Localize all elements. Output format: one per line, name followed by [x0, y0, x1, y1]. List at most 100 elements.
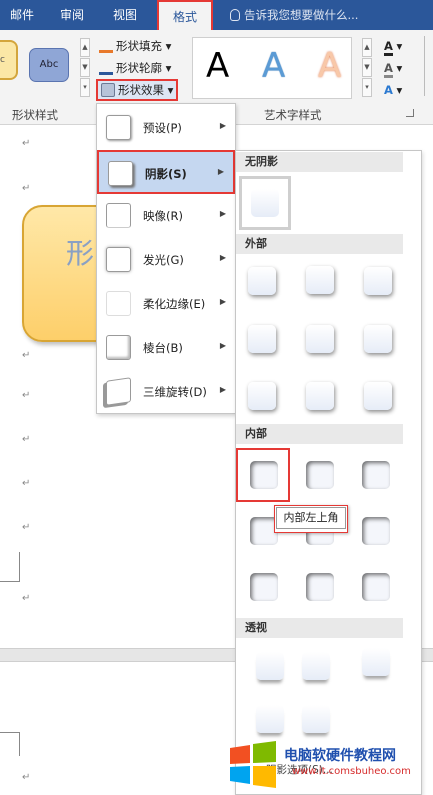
menu-item-glow[interactable]: 发光(G) ▶ [97, 238, 235, 282]
section-no-shadow: 无阴影 [236, 152, 403, 172]
menu-item-preset[interactable]: 预设(P) ▶ [97, 106, 235, 150]
perspective-shadow-option[interactable] [362, 648, 390, 676]
inner-shadow-option[interactable] [362, 573, 390, 601]
shape-effects-icon [101, 83, 115, 97]
wordart-style-blue[interactable]: A [262, 46, 285, 86]
paragraph-mark: ↵ [22, 390, 31, 401]
menu-item-bevel[interactable]: 棱台(B) ▶ [97, 326, 235, 370]
menu-item-soft-edges[interactable]: 柔化边缘(E) ▶ [97, 282, 235, 326]
ribbon-next-group [424, 36, 433, 96]
menu-item-3d-rotation[interactable]: 三维旋转(D) ▶ [97, 370, 235, 414]
paragraph-mark: ↵ [22, 522, 31, 533]
windows-logo-icon [230, 741, 276, 788]
shape-outline-label: 形状轮廓 [116, 61, 162, 75]
shape-style-swatch-yellow[interactable]: c [0, 40, 18, 80]
shape-effects-menu: 预设(P) ▶ 阴影(S) ▶ 映像(R) ▶ 发光(G) ▶ 柔化边缘(E) ▶ 棱台(… [96, 103, 236, 414]
inner-shadow-option[interactable] [250, 461, 278, 489]
inner-shadow-option[interactable] [306, 461, 334, 489]
paragraph-mark: ↵ [22, 138, 31, 149]
chevron-right-icon: ▶ [219, 121, 226, 130]
inner-shadow-option[interactable] [250, 573, 278, 601]
tooltip-text: 内部左上角 [276, 507, 346, 529]
inner-shadow-option[interactable] [362, 517, 390, 545]
menu-item-label: 三维旋转(D) [143, 385, 207, 399]
text-fill-button[interactable]: A ▾ [384, 36, 402, 56]
bevel-icon [106, 335, 131, 360]
inner-shadow-option[interactable] [362, 461, 390, 489]
text-effects-button[interactable]: A ▾ [384, 80, 402, 100]
gallery-up-icon[interactable]: ▲ [80, 38, 90, 57]
shape-style-swatch-blue[interactable]: Abc [29, 48, 69, 82]
menu-item-shadow[interactable]: 阴影(S) ▶ [97, 150, 235, 194]
tab-format[interactable]: 格式 [157, 0, 213, 30]
tab-review[interactable]: 审阅 [50, 0, 94, 30]
outer-shadow-option[interactable] [364, 267, 392, 295]
menu-item-label: 映像(R) [143, 209, 183, 223]
perspective-shadow-option[interactable] [256, 652, 284, 680]
paragraph-mark: ↵ [22, 434, 31, 445]
shape-outline-button[interactable]: 形状轮廓 ▾ [99, 58, 171, 78]
paragraph-mark: ↵ [22, 350, 31, 361]
tab-view[interactable]: 视图 [103, 0, 147, 30]
tell-me-text: 告诉我您想要做什么... [244, 8, 359, 22]
wordart-down-icon[interactable]: ▼ [362, 58, 372, 77]
outer-shadow-option[interactable] [306, 325, 334, 353]
paragraph-mark: ↵ [22, 772, 31, 783]
gallery-down-icon[interactable]: ▼ [80, 58, 90, 77]
reflection-icon [106, 203, 131, 228]
dialog-launcher-icon[interactable] [406, 109, 414, 117]
lightbulb-icon [230, 9, 240, 21]
shape-fill-button[interactable]: 形状填充 ▾ [99, 36, 171, 56]
wordart-group-label: 艺术字样式 [264, 108, 322, 122]
gallery-more-icon[interactable]: ▾ [80, 78, 90, 97]
shape-fill-label: 形状填充 [116, 39, 162, 53]
wordart-style-black[interactable]: A [206, 46, 229, 86]
outer-shadow-option[interactable] [364, 382, 392, 410]
shape-text: 形 [66, 237, 95, 270]
watermark-url: www.it.comsbuheo.com [292, 766, 411, 777]
shadow-icon [108, 161, 133, 186]
paint-bucket-icon [99, 39, 113, 53]
glow-icon [106, 247, 131, 272]
menu-item-reflection[interactable]: 映像(R) ▶ [97, 194, 235, 238]
chevron-right-icon: ▶ [219, 253, 226, 262]
section-inner: 内部 [236, 424, 403, 444]
perspective-shadow-option[interactable] [256, 705, 284, 733]
outer-shadow-option[interactable] [306, 266, 334, 294]
pencil-icon [99, 61, 113, 75]
no-shadow-swatch [251, 189, 279, 217]
menu-item-label: 棱台(B) [143, 341, 183, 355]
chevron-right-icon: ▶ [217, 167, 224, 176]
wordart-more-icon[interactable]: ▾ [362, 78, 372, 97]
chevron-right-icon: ▶ [219, 209, 226, 218]
section-outer: 外部 [236, 234, 403, 254]
menu-item-label: 柔化边缘(E) [143, 297, 206, 311]
text-outline-icon: A [384, 61, 393, 78]
chevron-right-icon: ▶ [219, 385, 226, 394]
menu-item-label: 发光(G) [143, 253, 184, 267]
tell-me-search[interactable]: 告诉我您想要做什么... [230, 0, 358, 30]
outer-shadow-option[interactable] [306, 382, 334, 410]
outer-shadow-option[interactable] [248, 325, 276, 353]
section-perspective: 透视 [236, 618, 403, 638]
margin-corner-mark [0, 552, 20, 582]
wordart-style-orange[interactable]: A [318, 46, 341, 86]
perspective-shadow-option[interactable] [302, 652, 330, 680]
shape-effects-button[interactable]: 形状效果 ▾ [96, 79, 179, 101]
outer-shadow-option[interactable] [248, 267, 276, 295]
outer-shadow-option[interactable] [248, 382, 276, 410]
menu-item-label: 预设(P) [143, 121, 182, 135]
watermark-title: 电脑软硬件教程网 [284, 748, 396, 764]
paragraph-mark: ↵ [22, 478, 31, 489]
tab-mailings[interactable]: 邮件 [0, 0, 44, 30]
shape-effects-label: 形状效果 [118, 83, 164, 97]
perspective-shadow-option[interactable] [302, 705, 330, 733]
text-outline-button[interactable]: A ▾ [384, 58, 402, 78]
wordart-up-icon[interactable]: ▲ [362, 38, 372, 57]
tooltip: 内部左上角 [274, 505, 348, 533]
3d-rotation-icon [106, 377, 131, 406]
paragraph-mark: ↵ [22, 183, 31, 194]
inner-shadow-option[interactable] [306, 573, 334, 601]
outer-shadow-option[interactable] [364, 325, 392, 353]
shape-styles-group-label: 形状样式 [12, 108, 58, 122]
